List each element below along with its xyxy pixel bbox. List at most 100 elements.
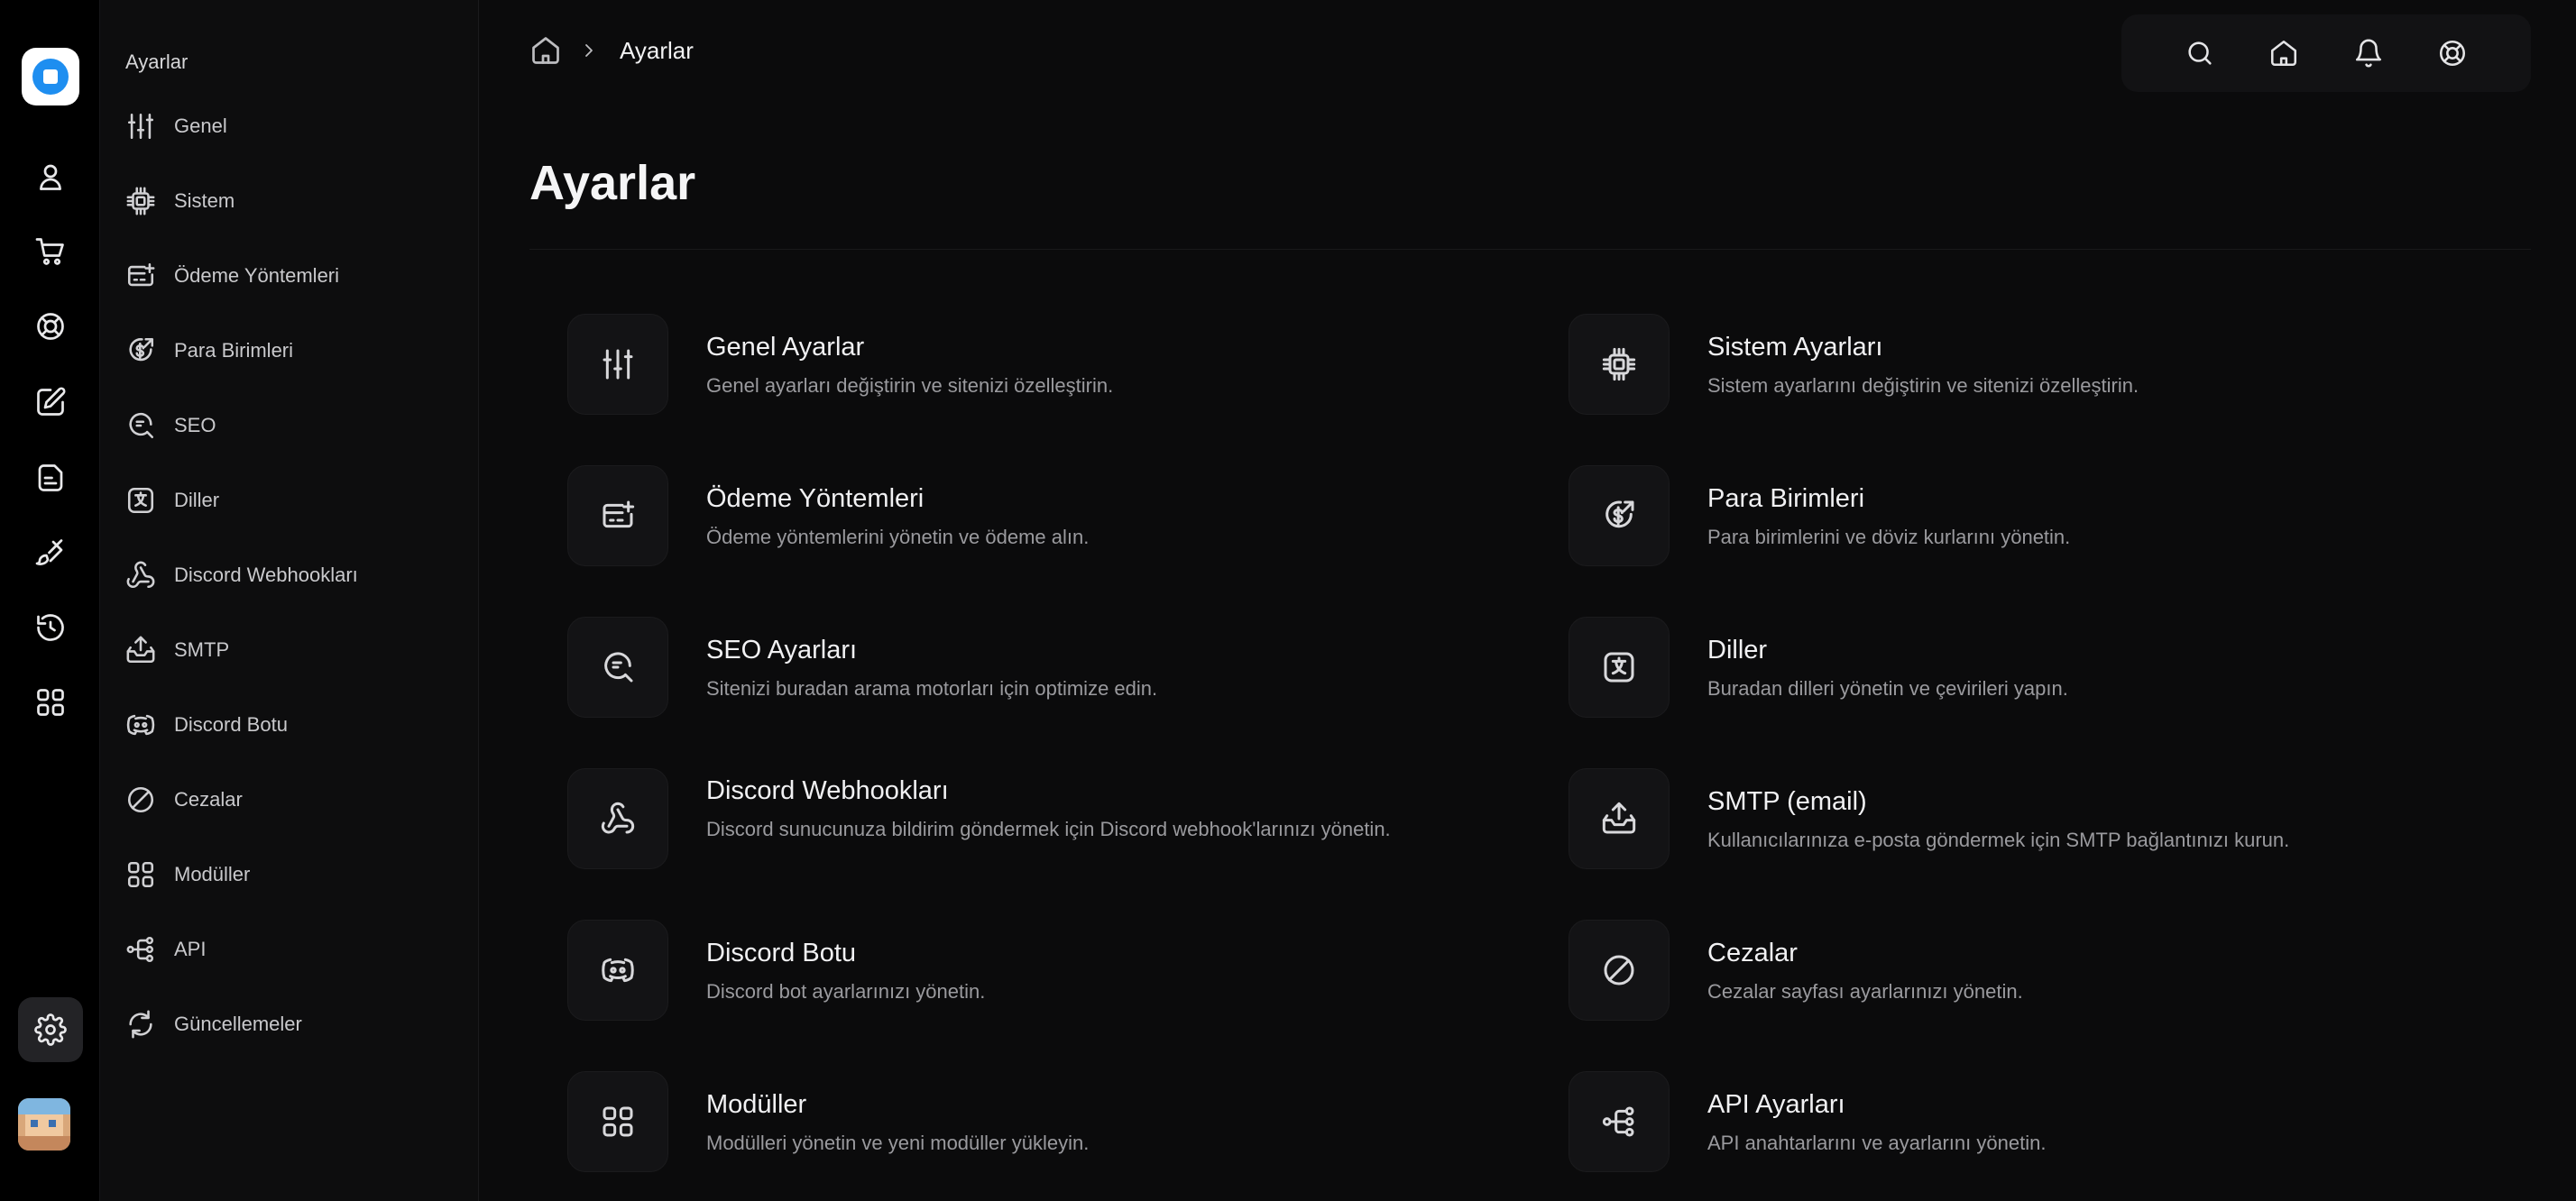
currency-icon xyxy=(1569,465,1670,566)
bell-icon[interactable] xyxy=(2345,30,2392,77)
card-title: Para Birimleri xyxy=(1707,484,1865,513)
history-icon[interactable] xyxy=(18,595,83,660)
sidebar-item-smtp[interactable]: SMTP xyxy=(125,628,459,673)
modules-icon xyxy=(125,859,156,890)
app-logo[interactable] xyxy=(22,48,79,105)
card-title: SEO Ayarları xyxy=(706,636,858,665)
card-title: Cezalar xyxy=(1707,939,1798,967)
settings-card-webhooks[interactable]: Discord Webhookları Discord sunucunuza bi… xyxy=(567,768,1514,885)
support-icon[interactable] xyxy=(2429,30,2476,77)
page-title: Ayarlar xyxy=(529,156,696,210)
sidebar-item-label: Genel xyxy=(174,115,227,137)
sidebar-item-label: Para Birimleri xyxy=(174,339,294,362)
api-icon xyxy=(125,934,156,965)
modules-icon xyxy=(567,1071,668,1172)
sidebar-item-label: Güncellemeler xyxy=(174,1013,302,1035)
settings-card-diller[interactable]: Diller Buradan dilleri yönetin ve çeviril… xyxy=(1569,617,2516,734)
breadcrumb: Ayarlar xyxy=(529,34,694,67)
currency-icon xyxy=(125,335,156,366)
app-rail xyxy=(0,0,100,1201)
home-icon[interactable] xyxy=(2260,30,2307,77)
sidebar-item-discord-bot[interactable]: Discord Botu xyxy=(125,702,459,747)
topbar-actions xyxy=(2121,14,2531,92)
card-title: Ödeme Yöntemleri xyxy=(706,484,925,513)
language-icon xyxy=(1569,617,1670,718)
sidebar-item-label: Sistem xyxy=(174,189,235,212)
language-icon xyxy=(125,485,156,516)
settings-card-genel[interactable]: Genel Ayarlar Genel ayarları değiştirin v… xyxy=(567,314,1514,431)
brush-icon[interactable] xyxy=(18,520,83,585)
sidebar-item-odeme[interactable]: Ödeme Yöntemleri xyxy=(125,253,459,298)
sliders-icon xyxy=(567,314,668,415)
settings-card-smtp[interactable]: SMTP (email) Kullanıcılarınıza e-posta gö… xyxy=(1569,768,2516,885)
sidebar-item-label: SEO xyxy=(174,414,216,436)
settings-icon[interactable] xyxy=(18,997,83,1062)
settings-card-discord-bot[interactable]: Discord Botu Discord bot ayarlarınızı yön… xyxy=(567,920,1514,1037)
card-description: API anahtarlarını ve ayarlarını yönetin. xyxy=(1707,1131,2047,1154)
sidebar-item-genel[interactable]: Genel xyxy=(125,104,459,149)
webhook-icon xyxy=(567,768,668,869)
card-title: Diller xyxy=(1707,636,1768,665)
api-icon xyxy=(1569,1071,1670,1172)
sidebar-item-webhooks[interactable]: Discord Webhookları xyxy=(125,553,459,598)
main-content: Ayarlar Ayarlar Genel Ayarlar Genel ayarl… xyxy=(479,0,2576,1201)
sidebar-item-api[interactable]: API xyxy=(125,927,459,972)
sidebar-item-label: Ödeme Yöntemleri xyxy=(174,264,340,287)
ban-icon xyxy=(1569,920,1670,1021)
home-icon[interactable] xyxy=(529,34,562,67)
settings-card-moduller[interactable]: Modüller Modülleri yönetin ve yeni modüll… xyxy=(567,1071,1514,1188)
seo-icon xyxy=(567,617,668,718)
settings-card-cezalar[interactable]: Cezalar Cezalar sayfası ayarlarınızı yöne… xyxy=(1569,920,2516,1037)
card-description: Buradan dilleri yönetin ve çevirileri ya… xyxy=(1707,676,2068,700)
card-description: Cezalar sayfası ayarlarınızı yönetin. xyxy=(1707,979,2023,1003)
sidebar-item-diller[interactable]: Diller xyxy=(125,478,459,523)
card-description: Modülleri yönetin ve yeni modüller yükle… xyxy=(706,1131,1090,1154)
cpu-icon xyxy=(1569,314,1670,415)
sidebar-item-label: Diller xyxy=(174,489,220,511)
settings-card-para[interactable]: Para Birimleri Para birimlerini ve döviz … xyxy=(1569,465,2516,582)
settings-card-seo[interactable]: SEO Ayarları Sitenizi buradan arama motor… xyxy=(567,617,1514,734)
refresh-icon xyxy=(125,1009,156,1040)
card-title: SMTP (email) xyxy=(1707,787,1867,816)
sidebar-item-moduller[interactable]: Modüller xyxy=(125,852,459,897)
discord-icon xyxy=(125,710,156,740)
settings-card-odeme[interactable]: Ödeme Yöntemleri Ödeme yöntemlerini yönet… xyxy=(567,465,1514,582)
payment-icon xyxy=(567,465,668,566)
webhook-icon xyxy=(125,560,156,591)
sidebar-item-para[interactable]: Para Birimleri xyxy=(125,328,459,373)
cart-icon[interactable] xyxy=(18,219,83,284)
search-icon[interactable] xyxy=(2176,30,2223,77)
user-icon[interactable] xyxy=(18,144,83,209)
support-icon[interactable] xyxy=(18,294,83,359)
settings-card-api[interactable]: API Ayarları API anahtarlarını ve ayarlar… xyxy=(1569,1071,2516,1188)
ban-icon xyxy=(125,784,156,815)
edit-icon[interactable] xyxy=(18,370,83,435)
modules-icon[interactable] xyxy=(18,670,83,735)
card-title: Discord Botu xyxy=(706,939,857,967)
sidebar-item-sistem[interactable]: Sistem xyxy=(125,179,459,224)
mail-icon xyxy=(1569,768,1670,869)
chevron-right-icon xyxy=(578,40,600,61)
discord-icon xyxy=(567,920,668,1021)
card-title: API Ayarları xyxy=(1707,1090,1845,1119)
card-description: Discord sunucunuza bildirim göndermek iç… xyxy=(706,817,1391,840)
sidebar-item-label: Discord Webhookları xyxy=(174,564,358,586)
card-description: Sistem ayarlarını değiştirin ve sitenizi… xyxy=(1707,373,2139,397)
breadcrumb-current: Ayarlar xyxy=(620,36,694,64)
sliders-icon xyxy=(125,111,156,142)
card-description: Para birimlerini ve döviz kurlarını yöne… xyxy=(1707,525,2071,548)
avatar[interactable] xyxy=(18,1098,70,1151)
card-title: Genel Ayarlar xyxy=(706,333,865,362)
sidebar-item-cezalar[interactable]: Cezalar xyxy=(125,777,459,822)
sidebar-item-guncellemeler[interactable]: Güncellemeler xyxy=(125,1002,459,1047)
sidebar-item-label: Cezalar xyxy=(174,788,243,811)
card-title: Sistem Ayarları xyxy=(1707,333,1883,362)
document-icon[interactable] xyxy=(18,445,83,510)
sidebar-item-seo[interactable]: SEO xyxy=(125,403,459,448)
card-description: Sitenizi buradan arama motorları için op… xyxy=(706,676,1158,700)
sidebar-title: Ayarlar xyxy=(125,50,189,73)
settings-card-sistem[interactable]: Sistem Ayarları Sistem ayarlarını değişti… xyxy=(1569,314,2516,431)
card-title: Modüller xyxy=(706,1090,807,1119)
card-description: Discord bot ayarlarınızı yönetin. xyxy=(706,979,986,1003)
cpu-icon xyxy=(125,186,156,216)
